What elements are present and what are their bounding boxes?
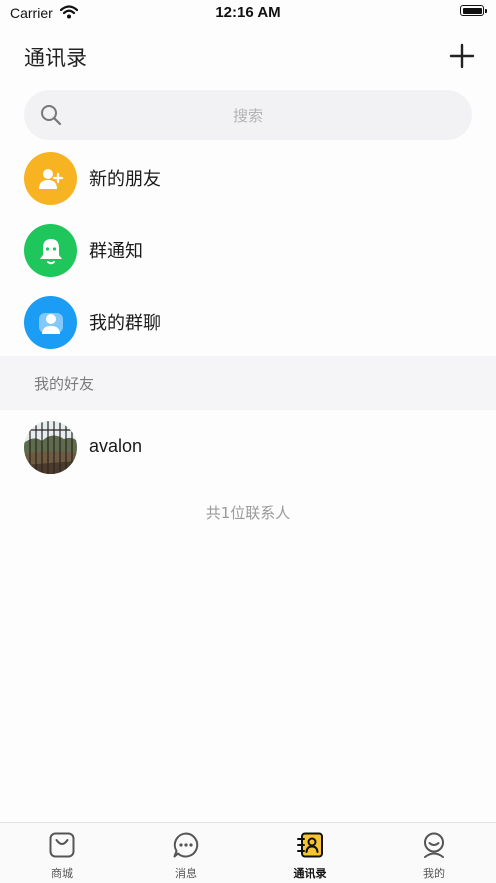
bell-icon (24, 224, 77, 277)
tab-mall[interactable]: 商城 (0, 823, 124, 883)
shopping-bag-icon (48, 831, 76, 859)
tab-label: 消息 (175, 867, 197, 880)
tab-label: 我的 (423, 867, 445, 880)
tab-contacts[interactable]: 通讯录 (248, 823, 372, 883)
add-contact-button[interactable] (448, 42, 476, 70)
search-bar[interactable]: 搜索 (24, 90, 472, 140)
plus-icon (449, 43, 475, 69)
section-label: 我的好友 (34, 375, 95, 393)
menu-group-notice[interactable]: 群通知 (0, 215, 496, 285)
add-user-icon (24, 152, 77, 205)
contact-count: 共1位联系人 (205, 504, 291, 522)
nav-bar: 通讯录 (0, 26, 496, 90)
avatar (24, 421, 77, 474)
chat-bubble-icon (172, 831, 200, 859)
tab-bar: 商城 消息 通讯录 我的 (0, 822, 496, 883)
menu-label: 群通知 (89, 241, 143, 262)
contact-row[interactable]: avalon (0, 414, 496, 480)
menu-label: 我的群聊 (89, 313, 161, 334)
profile-icon (420, 831, 448, 859)
battery-icon (460, 5, 488, 18)
tab-label: 通讯录 (293, 867, 327, 880)
search-placeholder: 搜索 (232, 107, 263, 125)
status-time: 12:16 AM (215, 4, 281, 21)
group-icon (24, 296, 77, 349)
page-title: 通讯录 (24, 46, 87, 70)
status-bar: Carrier 12:16 AM (0, 0, 496, 26)
tab-me[interactable]: 我的 (372, 823, 496, 883)
menu-new-friends[interactable]: 新的朋友 (0, 143, 496, 213)
menu-my-groups[interactable]: 我的群聊 (0, 287, 496, 357)
menu-label: 新的朋友 (89, 169, 161, 190)
contact-name: avalon (89, 436, 143, 456)
tab-messages[interactable]: 消息 (124, 823, 248, 883)
contacts-book-icon (296, 831, 324, 859)
section-header-friends: 我的好友 (0, 356, 496, 410)
tab-label: 商城 (51, 867, 73, 880)
